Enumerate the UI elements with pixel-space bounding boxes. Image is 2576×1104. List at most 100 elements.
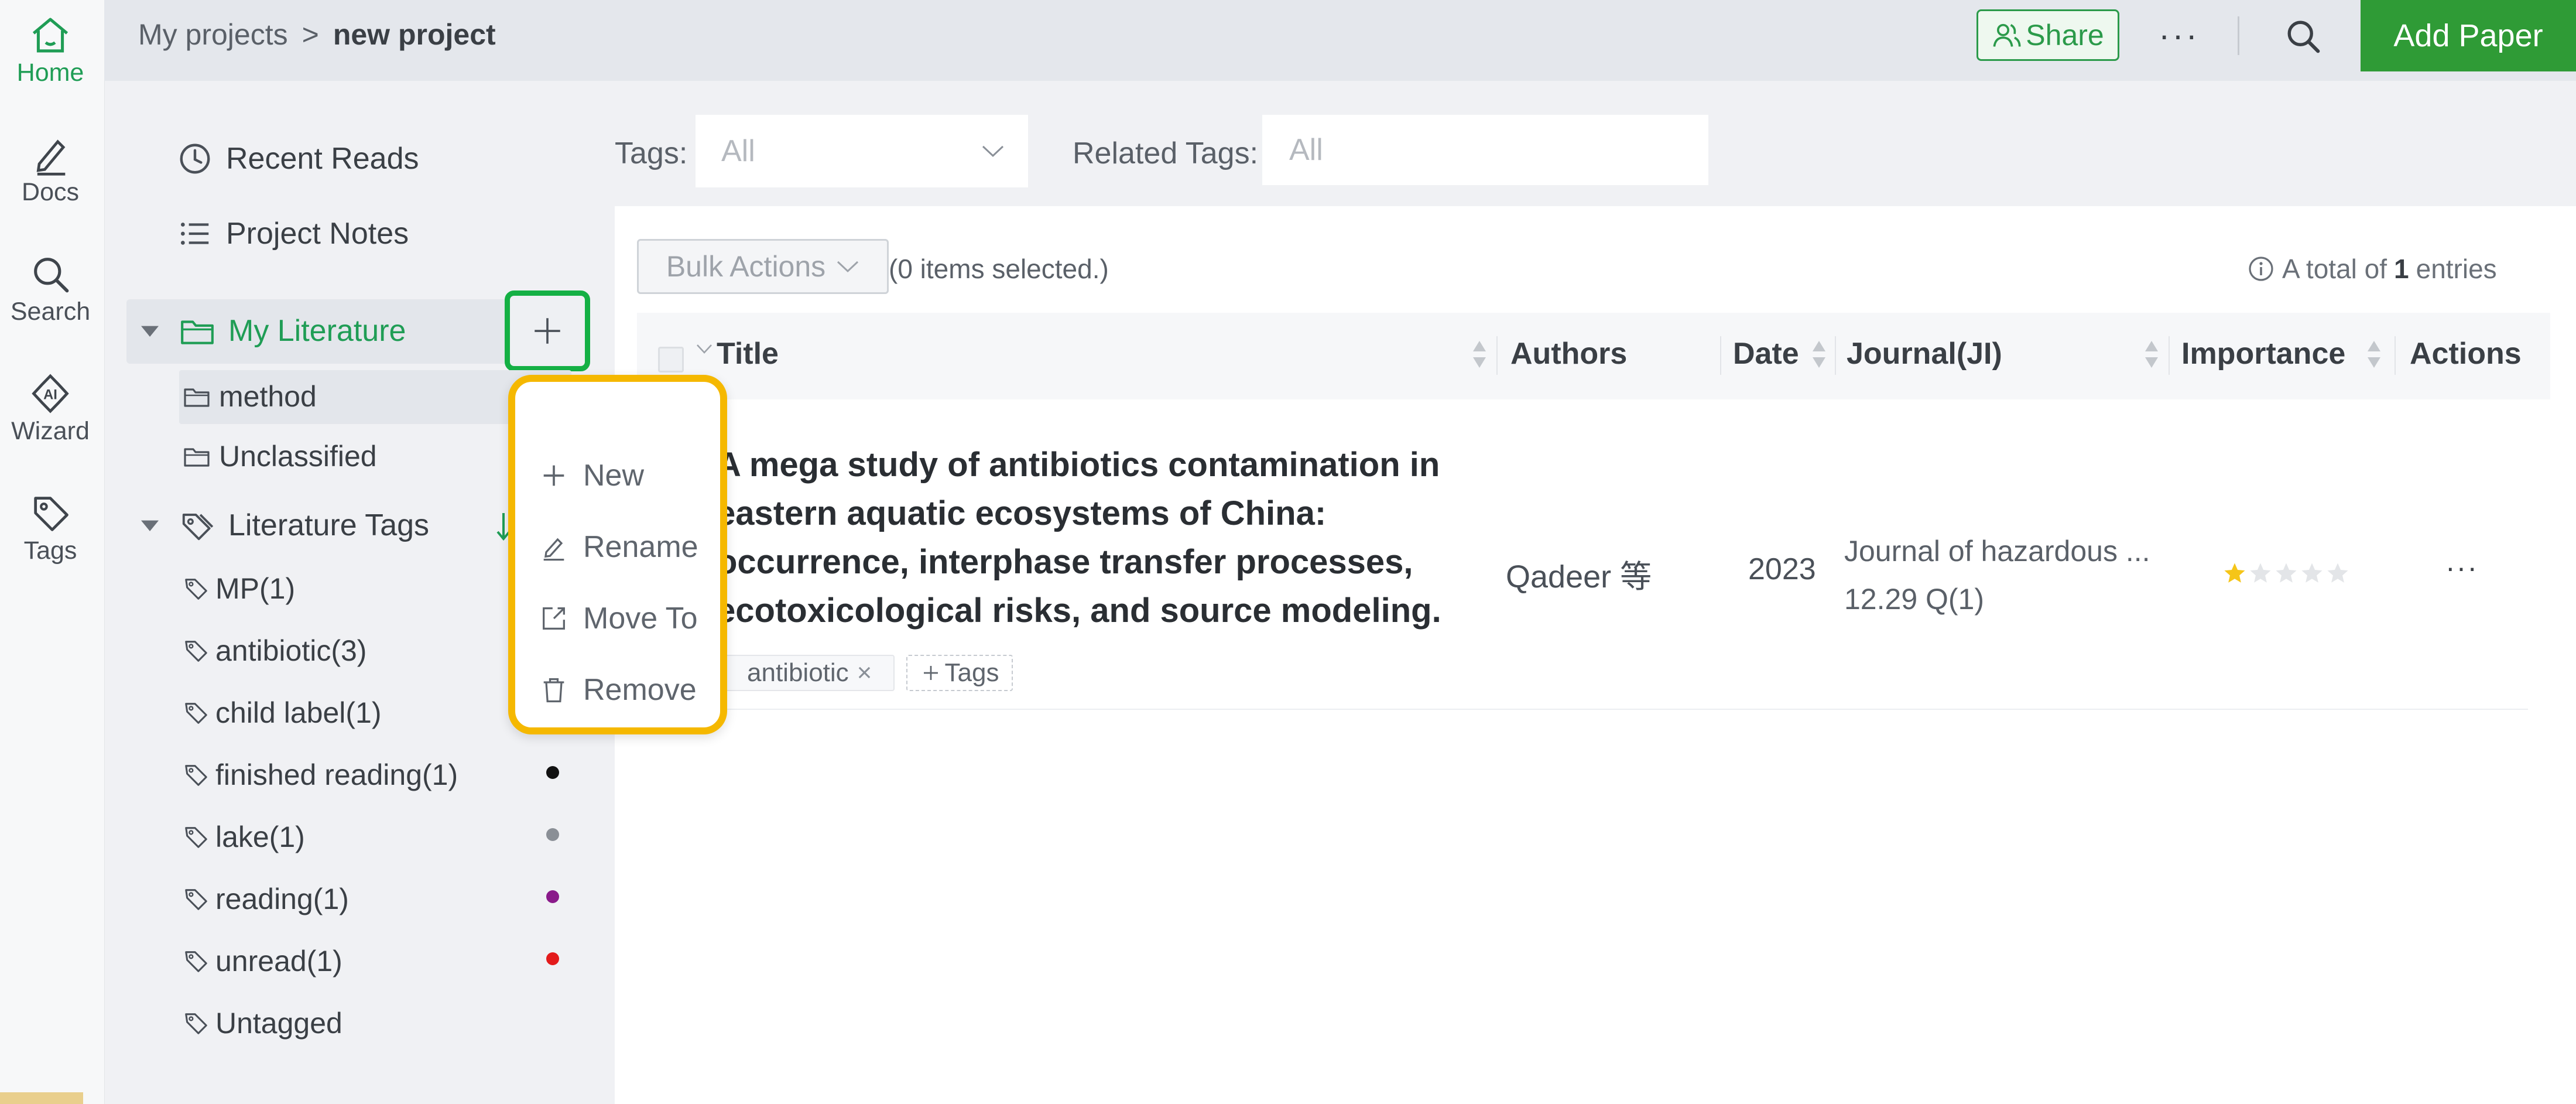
folder-method-label: method: [219, 380, 317, 413]
column-divider: [1496, 336, 1498, 375]
select-all-checkbox[interactable]: [658, 347, 684, 372]
column-divider: [2169, 336, 2170, 375]
star-empty-icon[interactable]: [2300, 561, 2324, 586]
tag-icon: [183, 637, 210, 664]
row-actions-button[interactable]: ···: [2441, 547, 2482, 588]
tag-item-finished-reading[interactable]: finished reading(1): [183, 758, 458, 792]
add-folder-button[interactable]: [505, 290, 590, 371]
column-divider: [2395, 336, 2396, 375]
menu-item-remove[interactable]: Remove: [539, 672, 697, 707]
column-date[interactable]: Date: [1733, 336, 1799, 371]
chevron-down-icon: [981, 144, 1005, 158]
rail-search[interactable]: Search: [0, 252, 101, 326]
rail-home[interactable]: Home: [0, 13, 101, 87]
project-notes-label: Project Notes: [226, 217, 409, 251]
menu-item-rename[interactable]: Rename: [539, 529, 698, 565]
star-filled-icon[interactable]: [2222, 561, 2247, 586]
breadcrumb-current: new project: [333, 18, 496, 51]
tag-color-dot: [546, 766, 559, 779]
tag-item-untagged[interactable]: Untagged: [183, 1006, 342, 1040]
sidebar-project-notes[interactable]: Project Notes: [177, 216, 409, 252]
chevron-down-icon[interactable]: [696, 343, 713, 355]
caret-down-icon[interactable]: [138, 319, 162, 343]
tag-item-mp[interactable]: MP(1): [183, 572, 295, 606]
add-tags-button[interactable]: Tags: [906, 655, 1013, 691]
rail-tags-label: Tags: [23, 536, 77, 565]
breadcrumb: My projects > new project: [138, 18, 496, 52]
folder-icon: [183, 442, 211, 470]
column-importance[interactable]: Importance: [2181, 336, 2345, 371]
tag-item-label: lake(1): [215, 821, 305, 853]
column-divider: [1835, 336, 1836, 375]
column-authors[interactable]: Authors: [1510, 336, 1627, 371]
tag-item-label: antibiotic(3): [215, 634, 367, 667]
column-journal[interactable]: Journal(JI): [1847, 336, 2002, 371]
sort-icon[interactable]: [2144, 339, 2159, 370]
importance-rating[interactable]: [2222, 561, 2350, 586]
tag-icon: [183, 948, 210, 975]
paper-tag-chip[interactable]: antibiotic ×: [711, 655, 895, 691]
pen-icon: [28, 132, 73, 177]
share-icon: [1992, 20, 2022, 50]
rail-tags[interactable]: Tags: [0, 491, 101, 565]
info-icon: [2247, 255, 2275, 283]
column-title[interactable]: Title: [717, 336, 779, 371]
tag-item-child-label[interactable]: child label(1): [183, 696, 381, 730]
star-empty-icon[interactable]: [2248, 561, 2273, 586]
caret-down-icon[interactable]: [138, 514, 162, 537]
total-suffix: entries: [2416, 254, 2497, 284]
literature-tags-heading[interactable]: Literature Tags: [138, 507, 429, 544]
tag-item-antibiotic[interactable]: antibiotic(3): [183, 634, 366, 668]
column-divider: [1720, 336, 1721, 375]
paper-title-line[interactable]: eastern aquatic ecosystems of China:: [717, 494, 1326, 533]
menu-item-new[interactable]: New: [539, 458, 644, 493]
share-label: Share: [2026, 19, 2104, 52]
tag-item-reading[interactable]: reading(1): [183, 882, 349, 916]
rail-wizard[interactable]: AI Wizard: [0, 371, 101, 446]
paper-title-line[interactable]: A mega study of antibiotics contaminatio…: [717, 445, 1440, 484]
sort-icon[interactable]: [1472, 339, 1487, 370]
search-icon[interactable]: [2281, 14, 2325, 59]
column-actions: Actions: [2410, 337, 2522, 371]
folder-icon: [183, 382, 211, 411]
menu-item-move-to[interactable]: Move To: [539, 601, 698, 636]
breadcrumb-root[interactable]: My projects: [138, 18, 288, 51]
tag-icon: [183, 823, 210, 850]
related-tags-input[interactable]: All: [1262, 115, 1708, 185]
ai-wizard-icon: AI: [28, 371, 73, 416]
rail-home-label: Home: [16, 59, 84, 87]
add-paper-button[interactable]: Add Paper: [2361, 0, 2576, 71]
folder-unclassified[interactable]: Unclassified: [183, 439, 377, 473]
bulk-actions-button[interactable]: Bulk Actions: [637, 239, 889, 294]
sort-icon[interactable]: [1811, 339, 1827, 370]
clock-icon: [177, 141, 213, 177]
share-button[interactable]: Share: [1976, 9, 2119, 61]
folder-method[interactable]: method: [183, 380, 317, 413]
tags-filter-label: Tags:: [615, 136, 688, 170]
date-cell: 2023: [1748, 552, 1816, 586]
tags-filter-select[interactable]: All: [696, 115, 1028, 187]
tag-item-lake[interactable]: lake(1): [183, 820, 305, 854]
chevron-down-icon: [836, 259, 859, 274]
my-literature-label: My Literature: [228, 314, 406, 348]
home-icon: [28, 13, 73, 57]
paper-title-line[interactable]: ecotoxicological risks, and source model…: [717, 591, 1441, 630]
total-entries-text: A total of 1 entries: [2247, 253, 2497, 285]
star-empty-icon[interactable]: [2274, 561, 2298, 586]
list-icon: [177, 216, 213, 252]
paper-title-line[interactable]: occurrence, interphase transfer processe…: [717, 542, 1413, 582]
row-divider: [637, 709, 2528, 710]
rail-docs[interactable]: Docs: [0, 132, 101, 207]
sidebar-recent-reads[interactable]: Recent Reads: [177, 141, 419, 177]
journal-cell: Journal of hazardous ... 12.29 Q(1): [1844, 527, 2150, 623]
my-literature-heading[interactable]: My Literature: [138, 313, 406, 349]
literature-tags-label: Literature Tags: [228, 508, 430, 542]
more-options-button[interactable]: ···: [2158, 12, 2200, 59]
tag-item-unread[interactable]: unread(1): [183, 944, 342, 978]
toolbar-divider: [2238, 16, 2239, 55]
tag-item-label: MP(1): [215, 572, 296, 605]
close-icon[interactable]: ×: [857, 658, 872, 688]
rail-badge: [0, 1092, 83, 1104]
star-empty-icon[interactable]: [2325, 561, 2350, 586]
sort-icon[interactable]: [2366, 339, 2382, 370]
